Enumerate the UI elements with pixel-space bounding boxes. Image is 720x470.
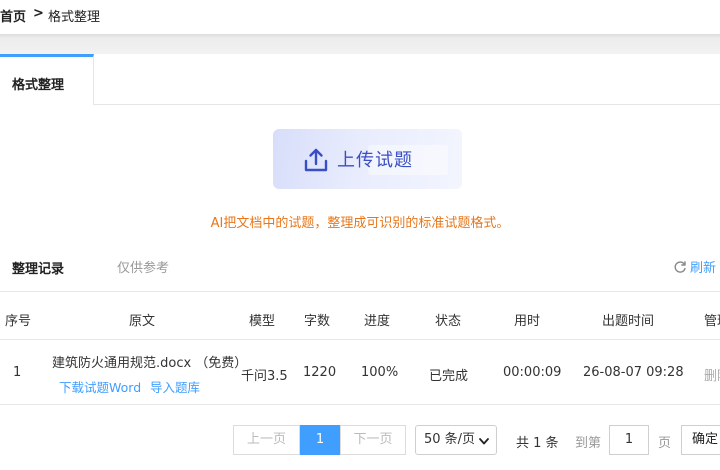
refresh-icon <box>674 261 686 273</box>
prev-page-button[interactable]: 上一页 <box>233 425 300 455</box>
chevron-down-icon <box>479 438 489 445</box>
row-index: 1 <box>13 365 22 380</box>
goto-label: 到第 <box>575 436 602 451</box>
col-model: 模型 <box>249 314 276 329</box>
refresh-label: 刷新 <box>690 261 717 276</box>
records-subtitle: 仅供参考 <box>117 261 170 276</box>
delete-link[interactable]: 删除 <box>704 365 720 384</box>
row-status: 已完成 <box>429 369 469 384</box>
refresh-button[interactable]: 刷新 <box>673 257 716 276</box>
col-progress: 进度 <box>364 314 391 329</box>
breadcrumb: 首页 > 格式整理 <box>0 0 720 34</box>
header-divider <box>0 34 720 54</box>
goto-page-input[interactable]: 1 <box>609 425 649 455</box>
col-original: 原文 <box>129 314 156 329</box>
page-unit-label: 页 <box>658 436 672 451</box>
page-size-select[interactable]: 50 条/页 <box>415 425 497 455</box>
upload-icon <box>304 148 328 172</box>
page-size-value: 50 条/页 <box>424 432 476 447</box>
table-row: 1 建筑防火通用规范.docx （免费） 下载试题Word 导入题库 千问3.5… <box>0 340 720 405</box>
tab-format[interactable]: 格式整理 <box>0 54 94 105</box>
confirm-button[interactable]: 确定 <box>681 425 720 455</box>
col-manage: 管理 <box>704 314 720 329</box>
col-duration: 用时 <box>514 314 541 329</box>
col-words: 字数 <box>304 314 331 329</box>
row-filename: 建筑防火通用规范.docx （免费） <box>52 356 248 371</box>
col-index: 序号 <box>5 314 32 329</box>
row-created: 26-08-07 09:28 <box>583 365 684 380</box>
hint-text: AI把文档中的试题，整理成可识别的标准试题格式。 <box>210 216 510 231</box>
next-page-button[interactable]: 下一页 <box>340 425 406 455</box>
total-count: 共 1 条 <box>516 436 559 451</box>
table-header: 序号 原文 模型 字数 进度 状态 用时 出题时间 管理 <box>0 291 720 340</box>
row-duration: 00:00:09 <box>503 365 562 380</box>
upload-button-label: 上传试题 <box>337 150 413 171</box>
row-words: 1220 <box>303 365 337 380</box>
row-progress: 100% <box>361 365 399 380</box>
row-model: 千问3.5 <box>241 369 288 384</box>
tab-format-label: 格式整理 <box>12 78 65 93</box>
breadcrumb-home[interactable]: 首页 <box>0 6 26 25</box>
import-bank-link[interactable]: 导入题库 <box>150 377 200 396</box>
records-title: 整理记录 <box>12 262 65 277</box>
breadcrumb-current: 格式整理 <box>48 10 101 25</box>
col-created: 出题时间 <box>602 314 655 329</box>
page-number-current[interactable]: 1 <box>300 425 340 455</box>
upload-button[interactable]: 上传试题 <box>273 129 462 189</box>
download-word-link[interactable]: 下载试题Word <box>59 377 141 396</box>
col-status: 状态 <box>435 314 462 329</box>
tab-bar: 格式整理 <box>0 54 720 105</box>
breadcrumb-separator: > <box>33 6 44 21</box>
